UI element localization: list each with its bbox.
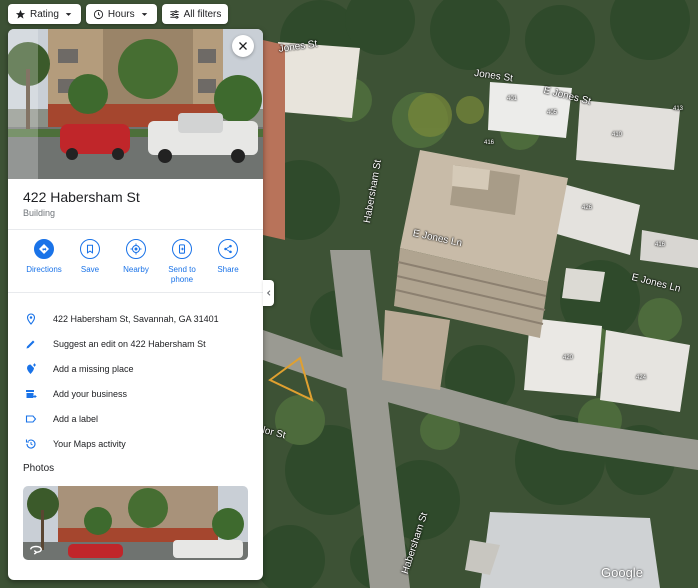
share-icon — [224, 244, 232, 254]
street-view-icon — [30, 545, 42, 555]
directions-label: Directions — [26, 265, 62, 274]
close-icon — [239, 42, 247, 50]
nearby-label: Nearby — [123, 265, 149, 274]
filter-chips: Rating Hours All filters — [8, 4, 229, 24]
street-view-thumbnail — [23, 486, 248, 560]
info-rows: 422 Habersham St, Savannah, GA 31401 Sug… — [8, 306, 263, 456]
share-icon-circle — [218, 239, 238, 259]
building-number: 413 — [673, 106, 684, 112]
history-icon — [25, 439, 35, 449]
star-icon — [15, 9, 26, 19]
save-icon-circle — [80, 239, 100, 259]
building-number: 424 — [636, 375, 647, 381]
street-view-photo — [8, 29, 263, 179]
action-buttons: Directions Save Nearby Send to phone Sha… — [8, 239, 263, 285]
suggest-edit-row[interactable]: Suggest an edit on 422 Habersham St — [8, 331, 263, 356]
add-place-icon — [26, 363, 36, 374]
nearby-icon-circle — [126, 239, 146, 259]
label-icon — [25, 414, 36, 423]
bookmark-icon — [86, 244, 94, 254]
building-number: 410 — [612, 132, 623, 138]
nearby-button[interactable]: Nearby — [113, 239, 159, 285]
photos-heading: Photos — [23, 463, 55, 474]
building-number: 420 — [563, 355, 574, 361]
close-button[interactable] — [232, 35, 254, 57]
nearby-icon — [130, 243, 142, 255]
chevron-left-icon — [266, 290, 270, 296]
maps-activity-row[interactable]: Your Maps activity — [8, 431, 263, 456]
send-to-phone-button[interactable]: Send to phone — [159, 239, 205, 285]
tune-icon — [169, 9, 179, 19]
rating-filter-chip[interactable]: Rating — [8, 4, 81, 24]
building-number: 426 — [582, 205, 593, 211]
photo-thumbnail[interactable] — [23, 486, 248, 560]
send-to-phone-label: Send to phone — [168, 265, 196, 284]
clock-icon — [93, 9, 103, 19]
location-pin-icon — [26, 312, 35, 325]
place-category: Building — [23, 208, 56, 218]
directions-icon — [39, 244, 49, 254]
hours-filter-label: Hours — [107, 8, 135, 20]
add-missing-place-row[interactable]: Add a missing place — [8, 356, 263, 381]
address-text: 422 Habersham St, Savannah, GA 31401 — [53, 313, 219, 324]
all-filters-label: All filters — [183, 8, 222, 20]
divider — [8, 292, 263, 293]
collapse-panel-button[interactable] — [263, 280, 274, 306]
building-number: 416 — [655, 242, 666, 248]
directions-icon-circle — [34, 239, 54, 259]
suggest-edit-text: Suggest an edit on 422 Habersham St — [53, 338, 206, 349]
caret-down-icon — [65, 12, 72, 16]
add-label-row[interactable]: Add a label — [8, 406, 263, 431]
add-label-text: Add a label — [53, 413, 99, 424]
rating-filter-label: Rating — [30, 8, 59, 20]
save-button[interactable]: Save — [67, 239, 113, 285]
add-missing-place-text: Add a missing place — [53, 363, 134, 374]
building-number: 416 — [484, 140, 495, 146]
building-number: 405 — [547, 110, 558, 116]
share-button[interactable]: Share — [205, 239, 251, 285]
share-label: Share — [217, 265, 239, 274]
send-to-phone-icon-circle — [172, 239, 192, 259]
place-panel: 422 Habersham St Building Directions Sav… — [8, 29, 263, 580]
add-business-row[interactable]: Add your business — [8, 381, 263, 406]
building-number: 401 — [507, 96, 518, 102]
save-label: Save — [80, 265, 100, 274]
add-business-icon — [25, 389, 36, 398]
phone-icon — [178, 244, 186, 254]
hours-filter-chip[interactable]: Hours — [85, 4, 157, 24]
all-filters-chip[interactable]: All filters — [161, 4, 229, 24]
pencil-icon — [26, 340, 34, 348]
maps-activity-text: Your Maps activity — [53, 438, 126, 449]
address-row[interactable]: 422 Habersham St, Savannah, GA 31401 — [8, 306, 263, 331]
place-title: 422 Habersham St — [23, 189, 140, 205]
google-attribution: Google — [601, 565, 643, 580]
add-business-text: Add your business — [53, 388, 128, 399]
caret-down-icon — [141, 12, 147, 16]
directions-button[interactable]: Directions — [21, 239, 67, 285]
place-hero-photo[interactable] — [8, 29, 263, 179]
divider — [8, 229, 263, 230]
